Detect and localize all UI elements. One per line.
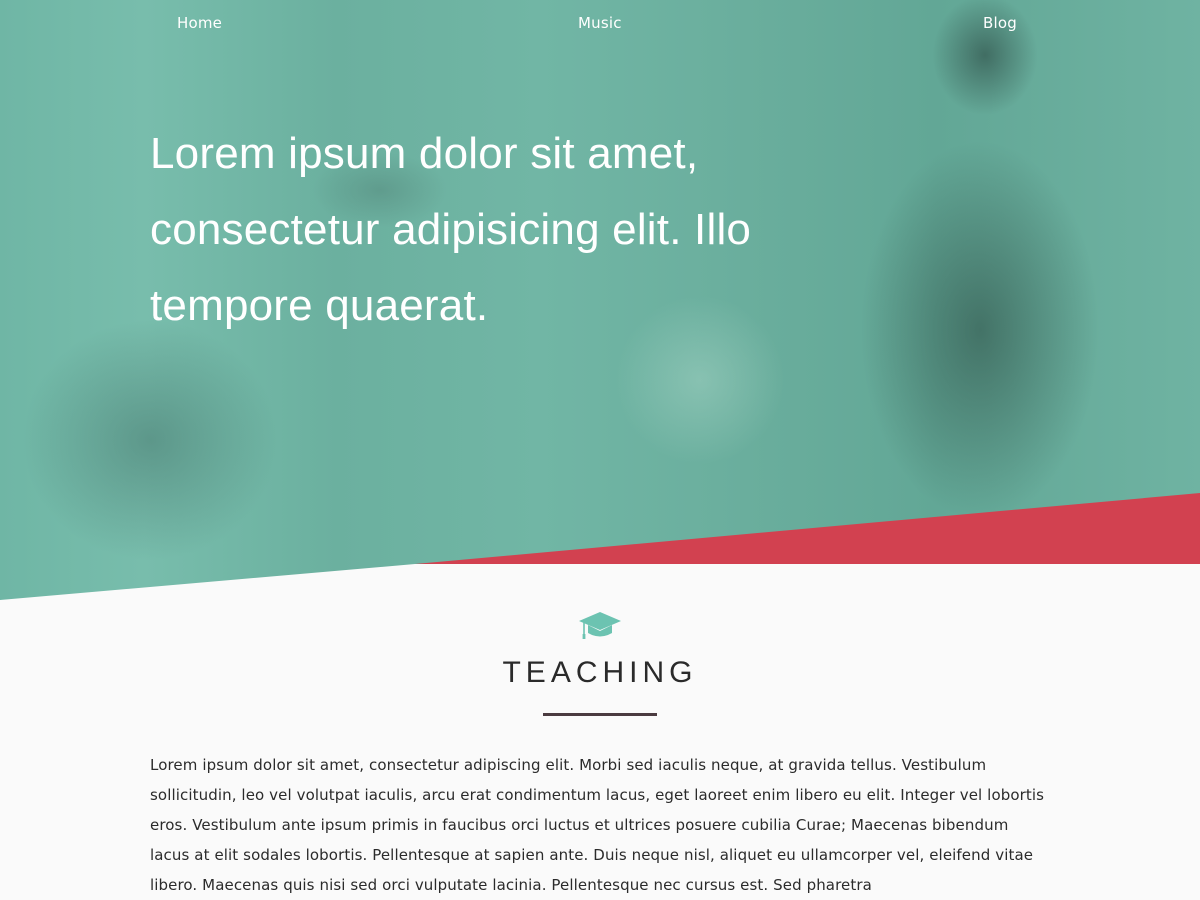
graduation-cap-icon bbox=[579, 612, 621, 639]
title-divider bbox=[543, 713, 657, 716]
page: Home Music Blog Lorem ipsum dolor sit am… bbox=[0, 0, 1200, 900]
nav-link-blog[interactable]: Blog bbox=[983, 14, 1017, 32]
nav-link-music[interactable]: Music bbox=[578, 14, 622, 32]
accent-red-stripe bbox=[415, 493, 1200, 564]
main-nav: Home Music Blog bbox=[0, 0, 1200, 48]
hero-headline: Lorem ipsum dolor sit amet, consectetur … bbox=[150, 129, 752, 330]
section-body-text: Lorem ipsum dolor sit amet, consectetur … bbox=[150, 756, 1045, 894]
hero-section: Home Music Blog Lorem ipsum dolor sit am… bbox=[0, 0, 1200, 600]
section-title: TEACHING bbox=[502, 656, 698, 689]
nav-link-home[interactable]: Home bbox=[177, 14, 222, 32]
section-background-wedge bbox=[0, 564, 1200, 600]
